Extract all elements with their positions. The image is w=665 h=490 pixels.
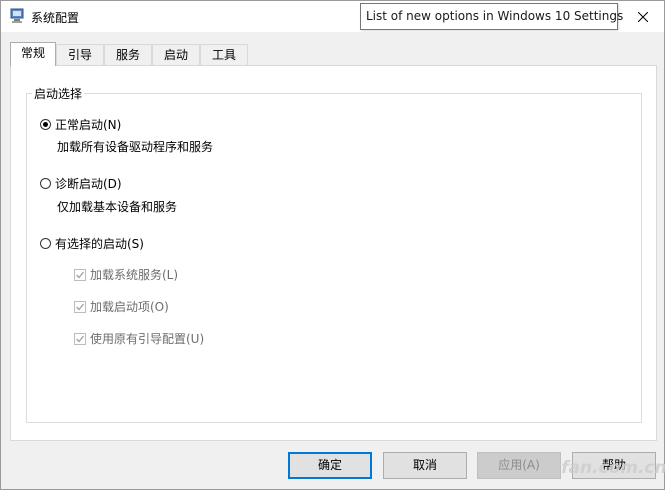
- radio-indicator[interactable]: [40, 119, 51, 130]
- window-title: 系统配置: [31, 11, 80, 25]
- normal-startup-label: 正常启动(N): [55, 118, 122, 132]
- diagnostic-startup-radio[interactable]: 诊断启动(D): [40, 175, 122, 192]
- general-tab-panel: 启动选择 正常启动(N) 加载所有设备驱动程序和服务 诊断启动(D) 仅加载基本…: [10, 65, 657, 441]
- check-icon: [76, 335, 85, 342]
- title-bar[interactable]: 系统配置 List of new options in Windows 10 S…: [1, 1, 664, 32]
- normal-startup-description: 加载所有设备驱动程序和服务: [57, 140, 214, 154]
- checkbox-label: 使用原有引导配置(U): [90, 332, 205, 346]
- system-configuration-window: 系统配置 List of new options in Windows 10 S…: [0, 0, 665, 490]
- tab-label: 引导: [67, 48, 92, 62]
- selective-startup-radio[interactable]: 有选择的启动(S): [40, 235, 144, 252]
- checkbox-label: 加载启动项(O): [90, 300, 169, 314]
- diagnostic-startup-description: 仅加载基本设备和服务: [57, 200, 178, 214]
- cancel-button[interactable]: 取消: [383, 452, 467, 479]
- close-icon: [638, 11, 648, 22]
- tab-boot[interactable]: 引导: [56, 44, 104, 65]
- tab-label: 启动: [163, 48, 188, 62]
- radio-indicator[interactable]: [40, 238, 51, 249]
- ok-button[interactable]: 确定: [288, 452, 372, 479]
- load-system-services-checkbox[interactable]: 加载系统服务(L): [74, 266, 178, 283]
- checkbox-indicator[interactable]: [74, 268, 86, 281]
- apply-button[interactable]: 应用(A): [477, 452, 561, 479]
- tab-tools[interactable]: 工具: [200, 44, 248, 65]
- selective-startup-label: 有选择的启动(S): [55, 237, 144, 251]
- tab-services[interactable]: 服务: [104, 44, 152, 65]
- tooltip: List of new options in Windows 10 Settin…: [360, 3, 623, 30]
- tab-general[interactable]: 常规: [10, 42, 56, 66]
- checkbox-label: 加载系统服务(L): [90, 268, 179, 282]
- diagnostic-startup-label: 诊断启动(D): [55, 177, 122, 191]
- checkbox-indicator[interactable]: [74, 300, 86, 313]
- startup-selection-group: 启动选择 正常启动(N) 加载所有设备驱动程序和服务 诊断启动(D) 仅加载基本…: [26, 85, 642, 423]
- load-startup-items-checkbox[interactable]: 加载启动项(O): [74, 298, 169, 315]
- tab-label: 常规: [20, 46, 45, 60]
- use-original-boot-config-checkbox[interactable]: 使用原有引导配置(U): [74, 330, 204, 347]
- msconfig-icon: [10, 8, 24, 24]
- tab-label: 服务: [115, 48, 140, 62]
- group-label: 启动选择: [32, 85, 85, 102]
- check-icon: [76, 271, 85, 278]
- tab-strip: 常规 引导 服务 启动 工具: [10, 42, 657, 66]
- normal-startup-radio[interactable]: 正常启动(N): [40, 116, 121, 133]
- tooltip-text: List of new options in Windows 10 Settin…: [366, 9, 624, 23]
- watermark-logo: cfan.com.cn: [551, 458, 665, 478]
- close-button[interactable]: [622, 1, 664, 32]
- radio-indicator[interactable]: [40, 178, 51, 189]
- check-icon: [76, 303, 85, 310]
- tab-label: 工具: [211, 48, 236, 62]
- tab-startup[interactable]: 启动: [152, 44, 200, 65]
- checkbox-indicator[interactable]: [74, 332, 86, 345]
